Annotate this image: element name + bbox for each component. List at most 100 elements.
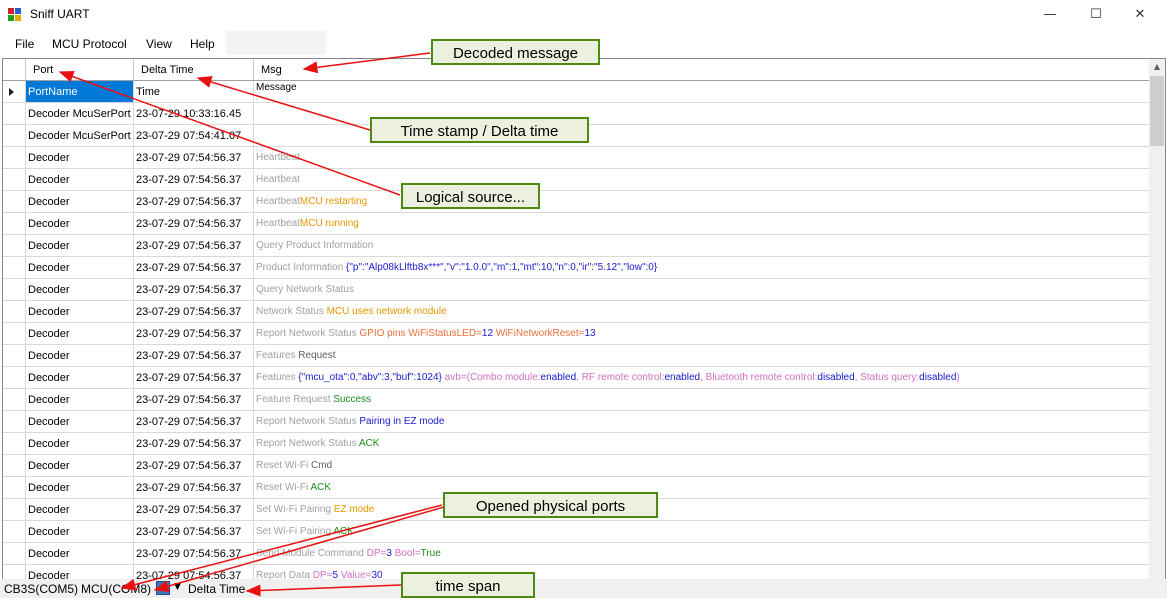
minimize-button[interactable]: — [1027,0,1073,30]
table-row[interactable]: Decoder 23-07-29 07:54:56.37 Reset Wi-Fi C… [3,455,1149,477]
row-header-cell[interactable] [3,235,26,256]
time-cell[interactable]: 23-07-29 07:54:56.37 [134,367,254,388]
time-cell[interactable]: 23-07-29 07:54:56.37 [134,389,254,410]
port-cell[interactable]: Decoder [26,169,134,190]
time-cell[interactable]: 23-07-29 07:54:56.37 [134,477,254,498]
table-row[interactable]: Decoder 23-07-29 07:54:56.37 Send Module C… [3,543,1149,565]
message-cell[interactable]: Report Network Status ACK [254,433,1149,454]
message-cell[interactable]: Reset Wi-Fi ACK [254,477,1149,498]
table-row[interactable]: Decoder 23-07-29 07:54:56.37 Report Networ… [3,323,1149,345]
message-cell[interactable]: Features {"mcu_ota":0,"abv":3,"buf":1024… [254,367,1149,388]
table-row[interactable]: PortName Time Message [3,81,1149,103]
time-mode-dropdown[interactable]: Delta Time [188,582,245,596]
port-cell[interactable]: Decoder [26,455,134,476]
port-cell[interactable]: Decoder [26,213,134,234]
row-header-cell[interactable] [3,477,26,498]
row-header-cell[interactable] [3,301,26,322]
time-cell[interactable]: 23-07-29 07:54:56.37 [134,499,254,520]
row-header-cell[interactable] [3,323,26,344]
port-cell[interactable]: Decoder McuSerPort [26,125,134,146]
message-cell[interactable]: Set Wi-Fi Pairing EZ mode [254,499,1149,520]
column-header-msg[interactable]: Msg [254,59,1149,80]
row-header-cell[interactable] [3,125,26,146]
time-cell[interactable]: 23-07-29 07:54:56.37 [134,433,254,454]
table-row[interactable]: Decoder 23-07-29 07:54:56.37 Report Networ… [3,433,1149,455]
row-header-cell[interactable] [3,411,26,432]
message-cell[interactable]: HeartbeatMCU running [254,213,1149,234]
row-header-cell[interactable] [3,257,26,278]
table-row[interactable]: Decoder 23-07-29 07:54:56.37 Product Infor… [3,257,1149,279]
port-cell[interactable]: Decoder [26,257,134,278]
message-cell[interactable]: Query Product Information [254,235,1149,256]
chevron-down-icon[interactable]: ▼ [174,582,181,592]
message-cell[interactable]: Network Status MCU uses network module [254,301,1149,322]
scroll-thumb[interactable] [1150,76,1164,146]
port-cell[interactable]: Decoder McuSerPort [26,103,134,124]
row-header-cell[interactable] [3,455,26,476]
row-header-cell[interactable] [3,499,26,520]
message-cell[interactable]: Set Wi-Fi Pairing ACK [254,521,1149,542]
port-cell[interactable]: Decoder [26,191,134,212]
port-cell[interactable]: Decoder [26,543,134,564]
row-header-cell[interactable] [3,279,26,300]
table-row[interactable]: Decoder 23-07-29 07:54:56.37 HeartbeatMCU … [3,213,1149,235]
time-cell[interactable]: 23-07-29 07:54:56.37 [134,235,254,256]
row-header-cell[interactable] [3,565,26,579]
time-cell[interactable]: 23-07-29 07:54:56.37 [134,257,254,278]
row-header-cell[interactable] [3,543,26,564]
table-row[interactable]: Decoder 23-07-29 07:54:56.37 Report Data D… [3,565,1149,579]
port-cell[interactable]: Decoder [26,433,134,454]
scroll-up-icon[interactable]: ▲ [1149,59,1165,75]
close-button[interactable]: ✕ [1117,0,1163,30]
port-cell[interactable]: Decoder [26,389,134,410]
port-cell[interactable]: Decoder [26,367,134,388]
vertical-scrollbar[interactable]: ▲ [1149,59,1165,579]
table-row[interactable]: Decoder 23-07-29 07:54:56.37 Set Wi-Fi Pai… [3,521,1149,543]
table-row[interactable]: Decoder 23-07-29 07:54:56.37 Query Network… [3,279,1149,301]
table-row[interactable]: Decoder 23-07-29 07:54:56.37 Heartbeat [3,147,1149,169]
time-cell[interactable]: Time [134,81,254,102]
row-header-cell[interactable] [3,147,26,168]
row-header-cell[interactable] [3,191,26,212]
row-header-cell[interactable] [3,169,26,190]
row-header-cell[interactable] [3,213,26,234]
time-cell[interactable]: 23-07-29 07:54:56.37 [134,213,254,234]
table-row[interactable]: Decoder 23-07-29 07:54:56.37 Heartbeat [3,169,1149,191]
message-cell[interactable]: Feature Request Success [254,389,1149,410]
time-cell[interactable]: 23-07-29 07:54:56.37 [134,411,254,432]
time-cell[interactable]: 23-07-29 07:54:56.37 [134,345,254,366]
row-header-cell[interactable] [3,103,26,124]
row-header-cell[interactable] [3,81,26,102]
message-cell[interactable]: Heartbeat [254,169,1149,190]
time-cell[interactable]: 23-07-29 07:54:56.37 [134,455,254,476]
message-cell[interactable]: Message [254,81,1149,102]
row-header-cell[interactable] [3,521,26,542]
time-cell[interactable]: 23-07-29 07:54:56.37 [134,301,254,322]
message-cell[interactable]: Report Data DP=5 Value=30 [254,565,1149,579]
row-header-cell[interactable] [3,389,26,410]
time-cell[interactable]: 23-07-29 07:54:56.37 [134,543,254,564]
time-cell[interactable]: 23-07-29 07:54:56.37 [134,323,254,344]
row-header-cell[interactable] [3,367,26,388]
time-cell[interactable]: 23-07-29 07:54:56.37 [134,147,254,168]
port-cell[interactable]: Decoder [26,345,134,366]
maximize-button[interactable]: ☐ [1073,0,1119,30]
time-cell[interactable]: 23-07-29 07:54:56.37 [134,169,254,190]
time-cell[interactable]: 23-07-29 07:54:56.37 [134,565,254,579]
port-cell[interactable]: Decoder [26,147,134,168]
time-mode-icon[interactable] [156,581,170,595]
message-cell[interactable]: Heartbeat [254,147,1149,168]
menu-help[interactable]: Help [190,37,215,51]
time-cell[interactable]: 23-07-29 07:54:41.07 [134,125,254,146]
table-row[interactable]: Decoder 23-07-29 07:54:56.37 Query Product… [3,235,1149,257]
port-cell[interactable]: Decoder [26,301,134,322]
column-header-port[interactable]: Port [26,59,134,80]
table-row[interactable]: Decoder 23-07-29 07:54:56.37 Features Requ… [3,345,1149,367]
table-row[interactable]: Decoder 23-07-29 07:54:56.37 Report Networ… [3,411,1149,433]
port-cell[interactable]: Decoder [26,521,134,542]
port-cell[interactable]: Decoder [26,477,134,498]
message-cell[interactable]: Report Network Status Pairing in EZ mode [254,411,1149,432]
message-cell[interactable]: Query Network Status [254,279,1149,300]
port-cell[interactable]: Decoder [26,565,134,579]
port-cell[interactable]: Decoder [26,323,134,344]
